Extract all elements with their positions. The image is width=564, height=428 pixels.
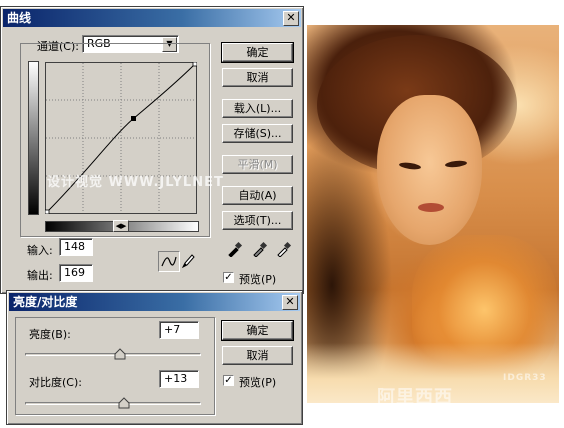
cancel-button[interactable]: 取消: [222, 346, 293, 365]
output-label: 输出:: [27, 269, 53, 282]
cancel-button[interactable]: 取消: [222, 68, 293, 87]
brightness-contrast-dialog: 亮度/对比度 ✕ 亮度(B): +7 对比度(C): +13 确定 取消 ✓ 预…: [6, 290, 303, 425]
brightness-field[interactable]: +7: [159, 321, 199, 339]
gray-eyedropper-icon[interactable]: [252, 241, 268, 258]
portrait-photo: 阿里西西 IDGR33: [307, 25, 559, 403]
curve-point-white[interactable]: [192, 62, 197, 67]
contrast-field[interactable]: +13: [159, 370, 199, 388]
curves-dialog: 曲线 ✕ 通道(C): RGB ▼ 设计视觉 WWW.JLYLNET ◀▶ 输入…: [0, 6, 304, 294]
output-field[interactable]: 169: [59, 264, 93, 282]
black-eyedropper-icon[interactable]: [227, 241, 243, 258]
save-button[interactable]: 存储(S)...: [222, 124, 293, 143]
pencil-icon[interactable]: [181, 253, 195, 269]
white-eyedropper-icon[interactable]: [276, 241, 292, 258]
ok-button[interactable]: 确定: [221, 42, 294, 63]
photo-face: [377, 95, 482, 245]
load-button[interactable]: 载入(L)...: [222, 99, 293, 118]
curve-tool-icon[interactable]: [158, 251, 180, 272]
input-field[interactable]: 148: [59, 238, 93, 256]
brightness-title: 亮度/对比度: [13, 295, 78, 309]
curve-graph[interactable]: [45, 62, 197, 214]
input-label: 输入:: [27, 244, 53, 257]
preview-label: 预览(P): [239, 376, 277, 389]
photo-lips: [418, 203, 444, 212]
auto-button[interactable]: 自动(A): [222, 186, 293, 205]
curve-point-black[interactable]: [45, 209, 50, 214]
brightness-slider-thumb[interactable]: [114, 348, 126, 360]
preview-checkbox[interactable]: ✓: [223, 272, 234, 283]
curves-titlebar: 曲线 ✕: [3, 9, 301, 27]
brightness-label: 亮度(B):: [29, 328, 71, 341]
curves-title: 曲线: [7, 11, 32, 25]
contrast-label: 对比度(C):: [29, 376, 82, 389]
close-icon[interactable]: ✕: [282, 295, 298, 310]
photo-watermark-small: IDGR33: [503, 373, 547, 383]
contrast-slider-track[interactable]: [25, 402, 201, 405]
preview-checkbox[interactable]: ✓: [223, 375, 234, 386]
curve-point-selected[interactable]: [131, 116, 136, 121]
brightness-titlebar: 亮度/对比度 ✕: [9, 293, 300, 311]
curves-watermark: 设计视觉 WWW.JLYLNET: [47, 175, 224, 190]
preview-label: 预览(P): [239, 273, 277, 286]
brightness-slider-track[interactable]: [25, 353, 201, 356]
ok-button[interactable]: 确定: [221, 320, 294, 341]
contrast-slider-thumb[interactable]: [118, 397, 130, 409]
smooth-button[interactable]: 平滑(M): [222, 155, 293, 174]
close-icon[interactable]: ✕: [283, 11, 299, 26]
gradient-toggle-icon[interactable]: ◀▶: [113, 220, 129, 232]
photo-watermark: 阿里西西: [377, 387, 453, 403]
output-gradient-bar: [28, 61, 39, 215]
options-button[interactable]: 选项(T)...: [222, 211, 293, 230]
